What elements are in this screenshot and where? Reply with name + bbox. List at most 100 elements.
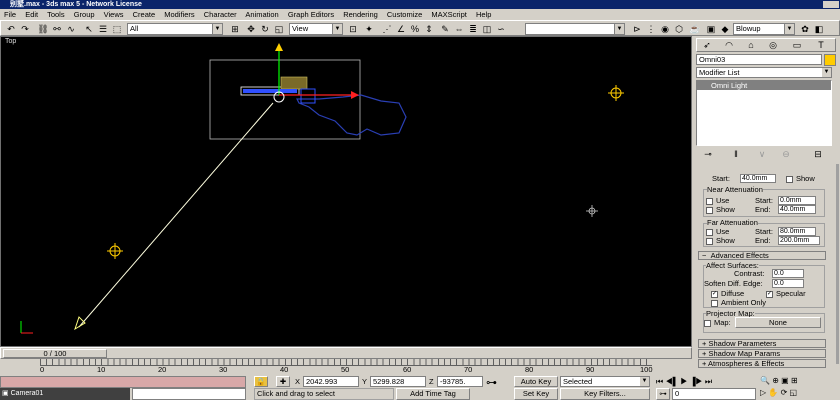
pivot-point-icon[interactable]: ⊡ [347,23,359,35]
modify-tab-icon[interactable]: ◠ [723,39,735,51]
select-manipulate-icon[interactable]: ✦ [363,23,375,35]
current-frame-field[interactable]: 0 [672,388,756,400]
stack-item[interactable]: Omni Light [697,81,831,90]
menu-modifiers[interactable]: Modifiers [164,10,194,19]
utilities-tab-icon[interactable]: T [815,39,827,51]
key-mode-dropdown[interactable]: Selected ▼ [560,376,650,387]
key-filters-button[interactable]: Key Filters... [560,388,650,400]
advanced-effects-rollout[interactable]: − Advanced Effects [698,251,826,260]
mirror-icon[interactable]: ⇔ [453,23,465,35]
edit-named-selection-icon[interactable]: ✎ [439,23,451,35]
lock-icon[interactable]: 🔒 [254,376,268,387]
spinner-snap-icon[interactable]: ⇕ [423,23,435,35]
menu-create[interactable]: Create [133,10,156,19]
menu-file[interactable]: File [4,10,16,19]
go-to-start-icon[interactable]: ⏮ [656,377,663,386]
modifier-list-dropdown[interactable]: Modifier List ▼ [696,67,832,78]
maximize-viewport-icon[interactable]: ◱ [790,388,798,397]
align-icon[interactable]: ≣ [467,23,479,35]
bind-space-warp-icon[interactable]: ∿ [65,23,77,35]
layer-manager-icon[interactable]: ◫ [481,23,493,35]
zoom-extents-icon[interactable]: ▣ [781,376,789,385]
play-icon[interactable]: ▶ [680,377,687,386]
snap-toggle-icon[interactable]: ⋰ [381,23,393,35]
z-field[interactable]: -93785. [437,376,483,387]
mirror-selected-icon[interactable]: ⊳ [631,23,643,35]
menu-graph-editors[interactable]: Graph Editors [288,10,334,19]
menu-group[interactable]: Group [74,10,95,19]
menu-views[interactable]: Views [104,10,124,19]
near-start-field[interactable]: 0.0mm [778,196,816,205]
create-tab-icon[interactable]: ➶ [701,39,713,51]
near-end-field[interactable]: 40.0mm [778,205,816,214]
set-key-button[interactable]: Set Key [514,388,558,400]
hierarchy-tab-icon[interactable]: ⌂ [745,39,757,51]
select-and-rotate-icon[interactable]: ↻ [259,23,271,35]
quick-render-icon[interactable]: ▣ [705,23,717,35]
time-slider-track[interactable]: 0 / 100 [0,347,692,359]
menu-edit[interactable]: Edit [25,10,38,19]
align-selected-icon[interactable]: ⋮ [645,23,657,35]
shadow-map-params-rollout[interactable]: + Shadow Map Params [698,349,826,358]
show-checkbox[interactable]: Show [786,174,815,183]
maxscript-listener[interactable] [0,376,246,388]
schematic-view-icon[interactable]: ⬡ [673,23,685,35]
render-frame-icon[interactable]: ◧ [813,23,825,35]
unlink-icon[interactable]: ⚯ [51,23,63,35]
render-last-icon[interactable]: ◆ [719,23,731,35]
select-object-icon[interactable]: ↖ [83,23,95,35]
track-bar[interactable]: 0 10 20 30 40 50 60 70 80 90 100 [0,359,692,374]
shadow-parameters-rollout[interactable]: + Shadow Parameters [698,339,826,348]
menu-rendering[interactable]: Rendering [343,10,378,19]
show-end-result-icon[interactable]: ‖ [730,148,742,160]
far-end-field[interactable]: 200.0mm [778,236,820,245]
pan-icon[interactable]: ✋ [768,388,778,397]
select-and-link-icon[interactable]: ⛓ [37,23,49,35]
rectangular-selection-icon[interactable]: ⬚ [111,23,123,35]
near-show-checkbox[interactable]: Show [706,205,735,214]
render-type-dropdown[interactable]: Blowup ▼ [733,23,795,35]
field-of-view-icon[interactable]: ▷ [760,388,766,397]
menu-help[interactable]: Help [476,10,491,19]
reference-coordinate-dropdown[interactable]: View ▼ [289,23,343,35]
zoom-all-icon[interactable]: ⊕ [772,376,779,385]
named-selection-dropdown[interactable]: ▼ [525,23,625,35]
menu-character[interactable]: Character [204,10,237,19]
x-field[interactable]: 2042.993 [303,376,359,387]
zoom-icon[interactable]: 🔍 [760,376,770,385]
angle-snap-icon[interactable]: ∠ [395,23,407,35]
soften-field[interactable]: 0.0 [772,279,804,288]
start-field[interactable]: 40.0mm [740,174,776,183]
panel-scrollbar[interactable] [836,164,839,364]
teapot-render-icon[interactable]: ✿ [799,23,811,35]
redo-icon[interactable]: ↷ [19,23,31,35]
projector-map-button[interactable]: None [735,317,821,328]
menu-tools[interactable]: Tools [47,10,65,19]
next-frame-icon[interactable]: ▐▶ [690,377,703,386]
add-time-tag-button[interactable]: Add Time Tag [396,388,470,400]
select-and-move-icon[interactable]: ✥ [245,23,257,35]
select-by-name-icon[interactable]: ☰ [97,23,109,35]
atmospheres-effects-rollout[interactable]: + Atmospheres & Effects [698,359,826,368]
pin-stack-icon[interactable]: ⊸ [702,148,714,160]
configure-sets-icon[interactable]: ⊟ [812,148,824,160]
previous-frame-icon[interactable]: ◀▌ [665,377,678,386]
auto-key-button[interactable]: Auto Key [514,376,558,387]
menu-animation[interactable]: Animation [245,10,278,19]
selection-filter-dropdown[interactable]: All ▼ [127,23,223,35]
far-start-field[interactable]: 80.0mm [778,227,816,236]
window-crossing-icon[interactable]: ⊞ [229,23,241,35]
object-color-swatch[interactable] [824,54,836,66]
undo-icon[interactable]: ↶ [5,23,17,35]
y-field[interactable]: 5299.828 [370,376,426,387]
map-checkbox[interactable]: Map: [704,318,731,327]
material-editor-icon[interactable]: ◉ [659,23,671,35]
ambient-checkbox[interactable]: Ambient Only [711,298,766,307]
menu-maxscript[interactable]: MAXScript [431,10,466,19]
display-tab-icon[interactable]: ▭ [791,39,803,51]
select-and-scale-icon[interactable]: ◱ [273,23,285,35]
zoom-extents-all-icon[interactable]: ⊞ [791,376,798,385]
contrast-field[interactable]: 0.0 [772,269,804,278]
viewport-top[interactable]: Top [0,36,692,347]
near-use-checkbox[interactable]: Use [706,196,729,205]
